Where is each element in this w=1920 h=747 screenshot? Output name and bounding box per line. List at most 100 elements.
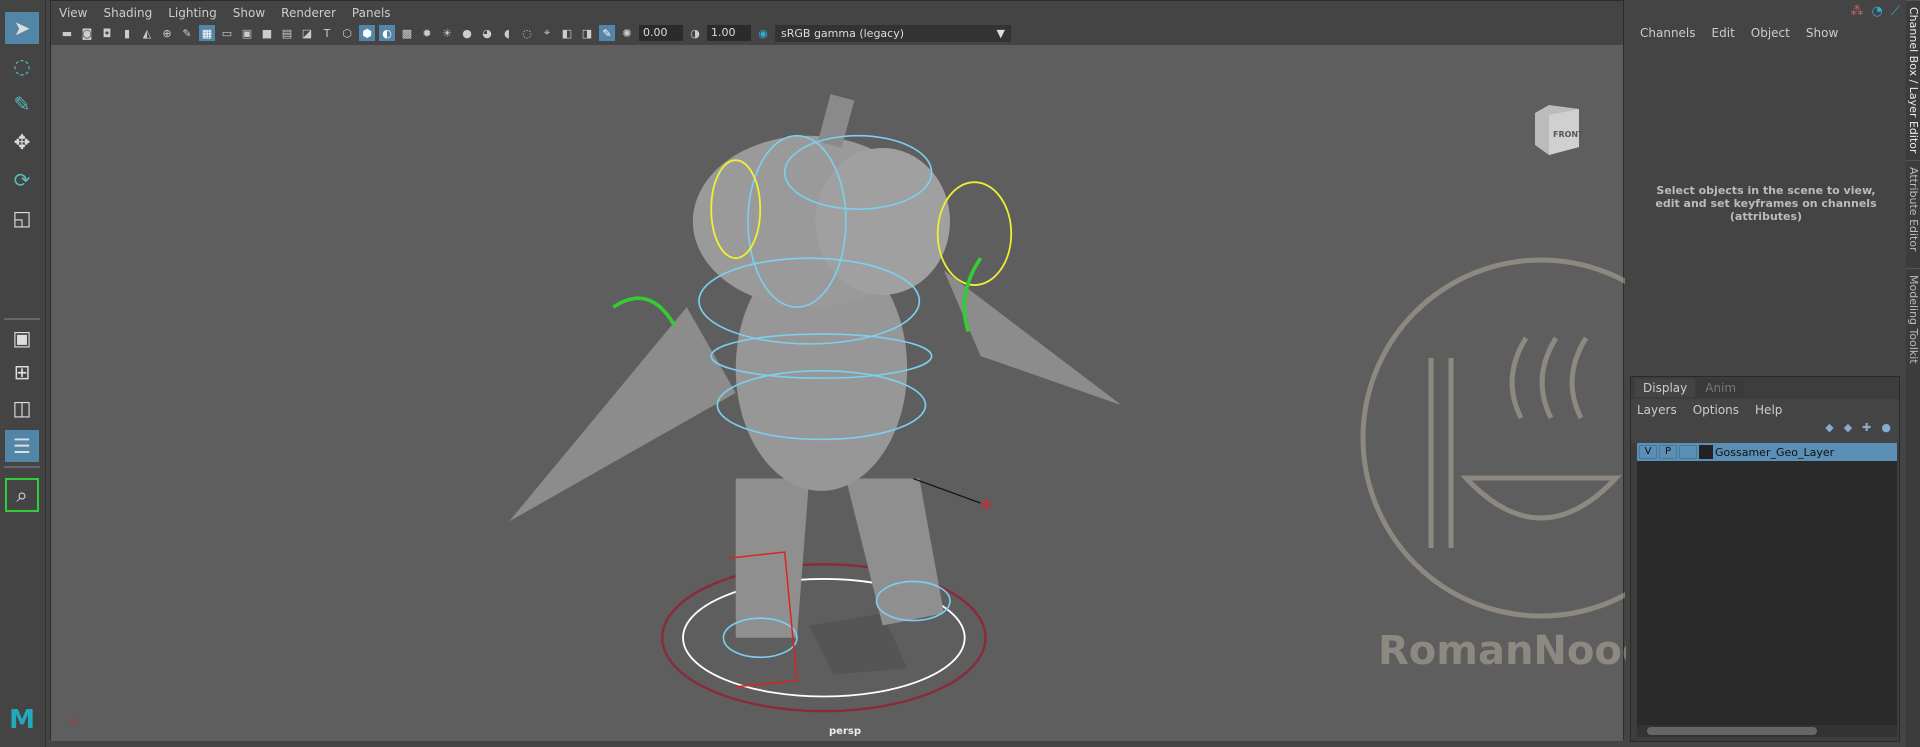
right-drill-arm <box>943 270 1122 406</box>
resolution-gate-icon[interactable]: ▣ <box>239 25 255 41</box>
image-plane-icon[interactable]: ◭ <box>139 25 155 41</box>
isolate-select-icon[interactable]: ⌖ <box>539 25 555 41</box>
side-tabs: Channel Box / Layer Editor Attribute Edi… <box>1906 0 1920 747</box>
scrollbar-thumb[interactable] <box>1647 727 1817 735</box>
exposure-icon[interactable]: ✺ <box>619 25 635 41</box>
depth-of-field-icon[interactable]: ◌ <box>519 25 535 41</box>
move-layer-up-icon[interactable]: ◆ <box>1825 421 1833 443</box>
single-view-layout-icon[interactable]: ▣ <box>5 322 39 354</box>
anti-aliasing-icon[interactable]: ◖ <box>499 25 515 41</box>
menu-options[interactable]: Options <box>1693 403 1739 417</box>
move-tool-icon[interactable]: ✥ <box>5 126 39 158</box>
pole-vector-line <box>913 477 981 504</box>
menu-channels[interactable]: Channels <box>1640 26 1696 40</box>
viewcube-front-label: FRONT <box>1553 130 1584 139</box>
field-chart-icon[interactable]: ▤ <box>279 25 295 41</box>
scale-tool-icon[interactable]: ◱ <box>5 202 39 234</box>
tool-box: ➤ ◌ ✎ ✥ ⟳ ◱ ▣ ⊞ ◫ ☰ ⌕ M <box>0 0 46 747</box>
playback-toggle[interactable]: P <box>1659 445 1677 459</box>
menu-shading[interactable]: Shading <box>103 6 152 20</box>
xray-active-components-icon[interactable]: ✎ <box>599 25 615 41</box>
graph-editor-icon[interactable]: ⟋ <box>1891 4 1900 19</box>
layer-row[interactable]: V P Gossamer_Geo_Layer <box>1637 443 1897 461</box>
viewport-menu-bar: View Shading Lighting Show Renderer Pane… <box>51 1 1623 25</box>
smooth-shade-icon[interactable]: ⬢ <box>359 25 375 41</box>
menu-view[interactable]: View <box>59 6 87 20</box>
motion-blur-icon[interactable]: ◕ <box>479 25 495 41</box>
tab-display[interactable]: Display <box>1635 379 1696 397</box>
menu-object[interactable]: Object <box>1751 26 1790 40</box>
paint-select-tool-icon[interactable]: ✎ <box>5 88 39 120</box>
tab-attribute-editor[interactable]: Attribute Editor <box>1906 160 1920 270</box>
layer-list: V P Gossamer_Geo_Layer <box>1637 443 1897 725</box>
exposure-field[interactable]: 0.00 <box>639 25 683 41</box>
safe-title-icon[interactable]: T <box>319 25 335 41</box>
color-space-dropdown[interactable]: sRGB gamma (legacy) ▼ <box>775 24 1011 42</box>
arm-ik-control <box>612 296 677 327</box>
menu-help[interactable]: Help <box>1755 403 1782 417</box>
lasso-tool-icon[interactable]: ◌ <box>5 50 39 82</box>
grid-icon[interactable]: ▦ <box>199 25 215 41</box>
new-empty-layer-icon[interactable]: ✚ <box>1862 421 1871 443</box>
menu-renderer[interactable]: Renderer <box>281 6 336 20</box>
search-icon[interactable]: ⌕ <box>5 478 39 512</box>
ambient-occlusion-icon[interactable]: ● <box>459 25 475 41</box>
camera-bookmark-icon[interactable]: ◘ <box>99 25 115 41</box>
visibility-toggle[interactable]: V <box>1639 445 1657 459</box>
camera-icon[interactable]: ▬ <box>59 25 75 41</box>
shadows-icon[interactable]: ☀ <box>439 25 455 41</box>
left-drill-arm <box>509 307 736 522</box>
wireframe-on-shaded-icon[interactable]: ◐ <box>379 25 395 41</box>
pole-vector-locator: + <box>978 492 994 515</box>
menu-lighting[interactable]: Lighting <box>168 6 217 20</box>
layer-editor: Display Anim Layers Options Help ◆ ◆ ✚ ●… <box>1630 376 1900 742</box>
new-layer-selected-icon[interactable]: ● <box>1881 421 1891 443</box>
menu-show[interactable]: Show <box>233 6 265 20</box>
tab-anim[interactable]: Anim <box>1697 379 1745 397</box>
view-cube[interactable]: FRONT <box>1535 105 1584 155</box>
chevron-down-icon: ▼ <box>996 26 1005 40</box>
outliner-layout-icon[interactable]: ☰ <box>5 430 39 462</box>
menu-panels[interactable]: Panels <box>352 6 391 20</box>
xray-joints-icon[interactable]: ◨ <box>579 25 595 41</box>
channel-box-menu: Channels Edit Object Show <box>1640 26 1838 40</box>
safe-action-icon[interactable]: ◪ <box>299 25 315 41</box>
snap-icon[interactable]: ⁂ <box>1851 4 1864 19</box>
layer-name[interactable]: Gossamer_Geo_Layer <box>1715 446 1834 459</box>
watermark-logo <box>1360 257 1722 619</box>
tool-settings-icon[interactable]: ◔ <box>1872 4 1883 19</box>
bookmark-icon[interactable]: ▮ <box>119 25 135 41</box>
color-space-value: sRGB gamma (legacy) <box>781 26 905 40</box>
select-tool-icon[interactable]: ➤ <box>5 12 39 44</box>
maya-logo-icon: M <box>9 705 35 735</box>
display-type-toggle[interactable] <box>1679 445 1697 459</box>
move-layer-down-icon[interactable]: ◆ <box>1844 421 1852 443</box>
film-gate-icon[interactable]: ▭ <box>219 25 235 41</box>
use-all-lights-icon[interactable]: ✹ <box>419 25 435 41</box>
grease-pencil-icon[interactable]: ✎ <box>179 25 195 41</box>
gamma-field[interactable]: 1.00 <box>707 25 751 41</box>
gamma-icon[interactable]: ◑ <box>687 25 703 41</box>
left-leg <box>735 478 810 638</box>
layer-color-swatch[interactable] <box>1699 445 1713 459</box>
menu-edit[interactable]: Edit <box>1712 26 1735 40</box>
tab-modeling-toolkit[interactable]: Modeling Toolkit <box>1906 268 1920 378</box>
viewport-toolbar: ▬ ◙ ◘ ▮ ◭ ⊕ ✎ ▦ ▭ ▣ ■ ▤ ◪ T ⬡ ⬢ ◐ ▩ ✹ ☀ … <box>51 23 1623 43</box>
tab-channel-box[interactable]: Channel Box / Layer Editor <box>1906 0 1920 180</box>
xray-icon[interactable]: ◧ <box>559 25 575 41</box>
menu-layers[interactable]: Layers <box>1637 403 1677 417</box>
2d-pan-zoom-icon[interactable]: ⊕ <box>159 25 175 41</box>
four-view-layout-icon[interactable]: ⊞ <box>5 356 39 388</box>
channel-box-message: Select objects in the scene to view, edi… <box>1655 184 1877 223</box>
textured-icon[interactable]: ▩ <box>399 25 415 41</box>
color-management-icon[interactable]: ◉ <box>755 25 771 41</box>
rotate-tool-icon[interactable]: ⟳ <box>5 164 39 196</box>
menu-show[interactable]: Show <box>1806 26 1838 40</box>
right-leg <box>845 478 944 626</box>
gate-mask-icon[interactable]: ■ <box>259 25 275 41</box>
camera-label: persp <box>829 726 861 737</box>
two-view-layout-icon[interactable]: ◫ <box>5 392 39 424</box>
camera-attributes-icon[interactable]: ◙ <box>79 25 95 41</box>
horizontal-scrollbar[interactable] <box>1637 725 1897 737</box>
wireframe-icon[interactable]: ⬡ <box>339 25 355 41</box>
